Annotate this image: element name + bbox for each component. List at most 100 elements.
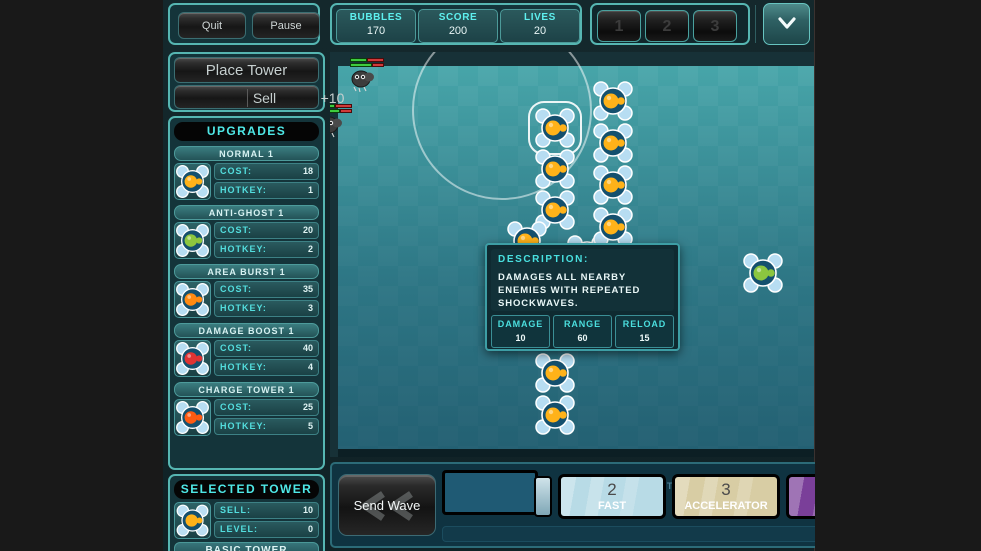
tooltip-stat-damage: DAMAGE 10 [491,315,550,348]
upgrade-cost-value: 35 [302,284,313,294]
upgrade-item-5[interactable]: CHARGE TOWER 1 COST: 25 HOTKEY: 5 [174,382,319,436]
tower-molecule-icon [534,148,576,190]
upgrade-item-2[interactable]: ANTI-GHOST 1 COST: 20 HOTKEY: 2 [174,205,319,259]
selected-level-row: LEVEL: 0 [214,521,319,538]
wave-slider-handle[interactable] [534,476,552,517]
collapse-toggle-button[interactable] [763,3,810,45]
selected-tower-icon [174,502,211,539]
upgrade-hotkey-key: HOTKEY: [220,303,267,313]
selected-level-key: LEVEL: [220,524,259,534]
tooltip-reload-key: RELOAD [622,319,667,329]
stat-lives: LIVES 20 [500,9,580,43]
selected-tower-name: BASIC TOWER [174,542,319,551]
upgrade-cost-row: COST: 20 [214,222,319,239]
speed-button-2[interactable]: 2 [645,10,689,42]
tower-molecule-icon [534,394,576,436]
tower-normal-icon [176,504,209,537]
upgrade-hotkey-key: HOTKEY: [220,185,267,195]
field-tower[interactable] [534,107,576,149]
wave-strip[interactable]: TOTAL WAVES 12 2FAST3ACCELERATOR4SLOW5 [442,470,815,524]
upgrade-hotkey-key: HOTKEY: [220,362,267,372]
tooltip-damage-key: DAMAGE [497,319,544,329]
field-tower[interactable] [592,206,634,248]
field-tower[interactable] [592,122,634,164]
speed-group: 1 2 3 [590,3,750,45]
enemy-ghost [330,114,346,138]
quit-label: Quit [201,20,223,32]
upgrade-hotkey-value: 4 [307,362,313,372]
quit-button[interactable]: Quit [178,12,246,39]
wave-name: SLOW [789,500,815,512]
tooltip-range-key: RANGE [563,319,601,329]
wave-chip[interactable]: 2 FAST [558,474,666,519]
sell-divider [247,89,248,107]
tower-molecule-icon [592,206,634,248]
upgrade-body: COST: 25 HOTKEY: 5 [174,399,319,436]
selected-sell-key: SELL: [220,505,251,515]
selected-sell-row: SELL: 10 [214,502,319,519]
field-tower[interactable] [592,80,634,122]
upgrade-body: COST: 40 HOTKEY: 4 [174,340,319,377]
tower-damage-icon [174,340,211,377]
speed-button-3[interactable]: 3 [693,10,737,42]
upgrade-hotkey-value: 3 [307,303,313,313]
upgrade-body: COST: 35 HOTKEY: 3 [174,281,319,318]
send-wave-button[interactable]: Send Wave [338,474,436,536]
tower-charge-icon [174,399,211,436]
sell-value: +10 [320,90,345,106]
upgrade-cost-row: COST: 40 [214,340,319,357]
tooltip-text-area: DESCRIPTION: DAMAGES ALL NEARBY ENEMIES … [491,249,674,311]
sell-tower-button[interactable]: Sell +10 [174,85,344,109]
selected-sell-value: 10 [302,505,313,515]
wave-chip[interactable]: 3 ACCELERATOR [672,474,780,519]
bottom-bar: Send Wave TOTAL WAVES 12 2FAST3ACCELERAT… [330,462,815,548]
upgrade-hotkey-row: HOTKEY: 2 [214,241,319,258]
upgrade-hotkey-value: 5 [307,421,313,431]
field-tower[interactable] [534,148,576,190]
speed-button-1[interactable]: 1 [597,10,641,42]
upgrades-panel: UPGRADES NORMAL 1 COST: 18 HOTKEY: 1 ANTI-GHO… [168,116,325,470]
play-field[interactable]: DESCRIPTION: DAMAGES ALL NEARBY ENEMIES … [330,52,815,457]
upgrade-rows: COST: 18 HOTKEY: 1 [214,163,319,200]
upgrade-cost-key: COST: [220,225,252,235]
stat-lives-label: LIVES [524,12,556,23]
field-tower[interactable] [534,352,576,394]
field-tower[interactable] [742,252,784,294]
tooltip-stat-range: RANGE 60 [553,315,612,348]
upgrade-item-1[interactable]: NORMAL 1 COST: 18 HOTKEY: 1 [174,146,319,200]
upgrade-body: COST: 20 HOTKEY: 2 [174,222,319,259]
upgrade-rows: COST: 20 HOTKEY: 2 [214,222,319,259]
wave-chip[interactable]: 4SLOW [786,474,815,519]
stat-score: SCORE 200 [418,9,498,43]
tooltip-stat-reload: RELOAD 15 [615,315,674,348]
screen-root: Quit Pause BUBBLES 170 SCORE 200 LIVES 2… [0,0,981,551]
field-tower[interactable] [534,394,576,436]
tooltip-description: DAMAGES ALL NEARBY ENEMIES WITH REPEATED… [498,272,641,309]
upgrade-hotkey-row: HOTKEY: 5 [214,418,319,435]
tower-molecule-icon [534,352,576,394]
upgrade-hotkey-row: HOTKEY: 1 [214,182,319,199]
upgrade-item-3[interactable]: AREA BURST 1 COST: 35 HOTKEY: 3 [174,264,319,318]
upgrades-list: NORMAL 1 COST: 18 HOTKEY: 1 ANTI-GHOST 1 COST:… [174,146,319,436]
stats-group: BUBBLES 170 SCORE 200 LIVES 20 [330,3,582,45]
upgrade-cost-key: COST: [220,166,252,176]
toolbar-divider [755,5,756,43]
tooltip-stats: DAMAGE 10 RANGE 60 RELOAD 15 [491,315,674,348]
pause-button[interactable]: Pause [252,12,320,39]
wave-number: 4 [789,480,815,500]
upgrade-hotkey-value: 1 [307,185,313,195]
selected-tower-body: SELL: 10 LEVEL: 0 [174,502,319,539]
upgrade-body: COST: 18 HOTKEY: 1 [174,163,319,200]
upgrade-cost-value: 18 [302,166,313,176]
upgrade-name: DAMAGE BOOST 1 [174,323,319,338]
stat-bubbles: BUBBLES 170 [336,9,416,43]
wave-number: 3 [721,480,731,499]
selected-level-value: 0 [307,524,313,534]
upgrade-item-4[interactable]: DAMAGE BOOST 1 COST: 40 HOTKEY: 4 [174,323,319,377]
place-tower-button[interactable]: Place Tower [174,57,319,83]
field-tower[interactable] [592,164,634,206]
upgrade-hotkey-key: HOTKEY: [220,421,267,431]
tooltip-range-value: 60 [577,333,588,343]
stat-bubbles-label: BUBBLES [349,12,403,23]
top-bar: Quit Pause BUBBLES 170 SCORE 200 LIVES 2… [163,0,815,48]
